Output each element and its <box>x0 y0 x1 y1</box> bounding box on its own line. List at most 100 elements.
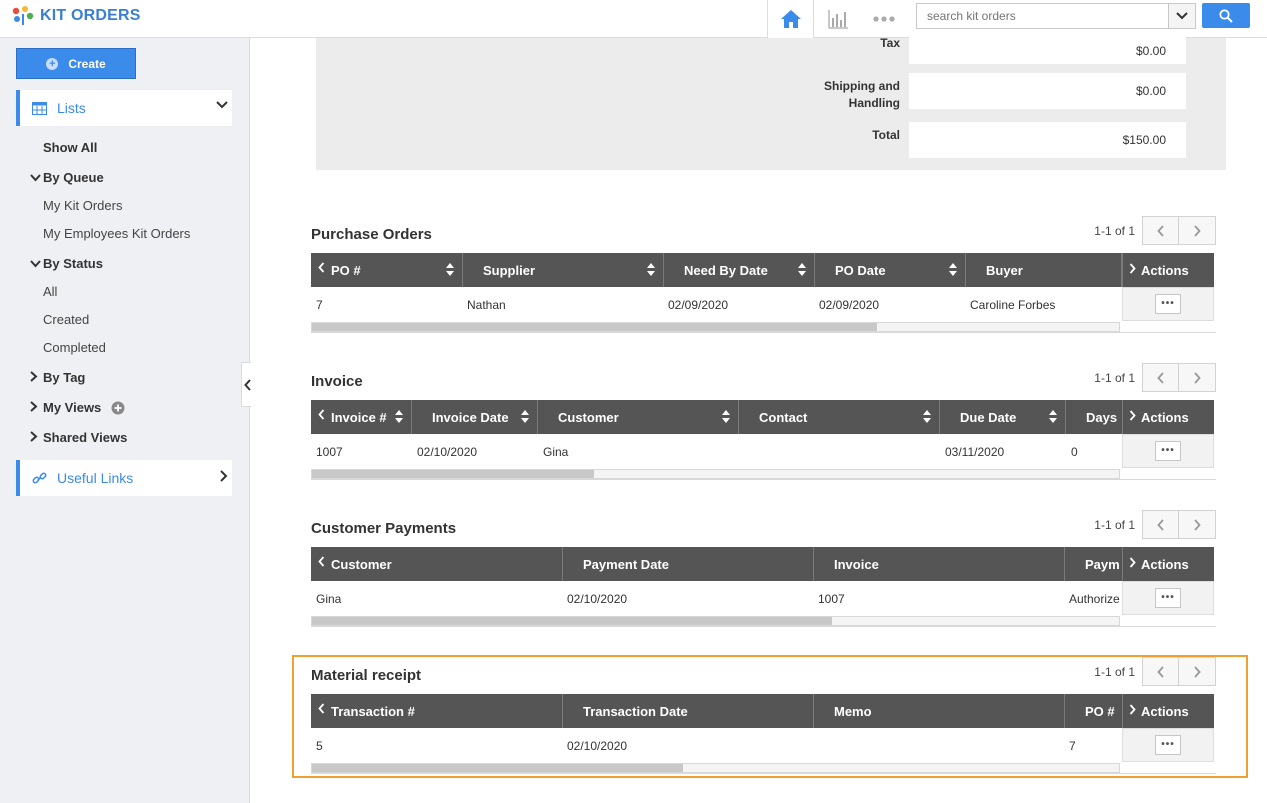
pager-next-button[interactable] <box>1179 510 1216 539</box>
sidebar-item-all[interactable]: All <box>43 284 57 299</box>
sort-icon <box>949 263 957 276</box>
chevron-down-icon <box>30 174 41 182</box>
customer-payments-title: Customer Payments <box>311 520 457 537</box>
chevron-left-icon <box>1156 371 1164 384</box>
column-header[interactable]: Due Date <box>940 400 1066 434</box>
column-header[interactable]: Invoice Date <box>412 400 538 434</box>
reports-button[interactable] <box>816 0 860 38</box>
customer-payments-grid-header: Customer Payment Date Invoice Paym <box>311 547 1122 581</box>
chevron-right-icon <box>30 431 38 442</box>
table-row[interactable]: Gina 02/10/2020 1007 Authorize <box>311 582 1122 616</box>
my-views-label: My Views <box>43 400 102 415</box>
more-button[interactable] <box>862 0 906 38</box>
sidebar-group-by-status[interactable]: By Status <box>30 256 103 271</box>
column-header[interactable]: Customer <box>538 400 739 434</box>
column-header[interactable]: Supplier <box>463 253 664 287</box>
purchase-orders-section: Purchase Orders 1-1 of 1 PO # Supplier N… <box>311 216 1216 336</box>
sidebar-item-my-kit-orders[interactable]: My Kit Orders <box>43 198 122 213</box>
scrollbar-thumb[interactable] <box>312 617 832 625</box>
top-bar: KIT ORDERS <box>0 0 1267 38</box>
table-cell: 0 <box>1071 445 1078 459</box>
pager-count: 1-1 of 1 <box>1094 517 1135 532</box>
column-label: Payment Date <box>583 556 669 572</box>
by-tag-label: By Tag <box>43 370 86 385</box>
by-status-label: By Status <box>43 256 103 271</box>
add-view-icon[interactable] <box>111 401 125 415</box>
column-header[interactable]: Buyer <box>966 253 1122 287</box>
pager-prev-button[interactable] <box>1142 510 1179 539</box>
table-cell: Nathan <box>467 298 506 312</box>
horizontal-scrollbar[interactable] <box>311 469 1120 479</box>
row-actions-button[interactable]: ••• <box>1155 294 1181 314</box>
lists-panel-header[interactable]: Lists <box>16 90 232 126</box>
column-header[interactable]: Days <box>1066 400 1122 434</box>
actions-label: Actions <box>1141 409 1189 425</box>
search-input[interactable] <box>916 3 1169 29</box>
sidebar-group-shared-views[interactable]: Shared Views <box>30 430 127 445</box>
lists-label: Lists <box>57 100 86 116</box>
table-row[interactable]: 1007 02/10/2020 Gina 03/11/2020 0 <box>311 435 1122 469</box>
sidebar-group-by-tag[interactable]: By Tag <box>30 370 85 385</box>
row-actions-button[interactable]: ••• <box>1155 588 1181 608</box>
row-actions-button[interactable]: ••• <box>1155 441 1181 461</box>
column-header[interactable]: PO Date <box>815 253 966 287</box>
sidebar-group-by-queue[interactable]: By Queue <box>30 170 104 185</box>
column-label: Supplier <box>483 262 536 278</box>
shared-views-label: Shared Views <box>43 430 128 445</box>
sidebar-item-completed[interactable]: Completed <box>43 340 106 355</box>
table-cell: 02/09/2020 <box>668 298 729 312</box>
chevron-right-icon <box>1194 371 1201 384</box>
pager-prev-button[interactable] <box>1142 216 1179 245</box>
sidebar-item-my-employees-kit-orders[interactable]: My Employees Kit Orders <box>43 226 190 241</box>
home-button[interactable] <box>767 0 814 38</box>
sidebar-group-my-views[interactable]: My Views <box>30 400 125 415</box>
scrollbar-thumb[interactable] <box>312 323 877 331</box>
actions-label: Actions <box>1141 262 1189 278</box>
pager-next-button[interactable] <box>1179 216 1216 245</box>
section-divider <box>311 332 1216 333</box>
sort-icon <box>722 410 730 423</box>
table-cell: Gina <box>316 592 342 606</box>
table-cell: 1007 <box>316 445 343 459</box>
column-header[interactable]: Invoice # <box>311 400 412 434</box>
pager-count: 1-1 of 1 <box>1094 370 1135 385</box>
column-header[interactable]: Customer <box>311 547 563 581</box>
table-row[interactable]: 7 Nathan 02/09/2020 02/09/2020 Caroline … <box>311 288 1122 322</box>
table-cell <box>739 435 940 469</box>
horizontal-scrollbar[interactable] <box>311 616 1120 626</box>
column-label: Paym <box>1085 556 1120 572</box>
column-header[interactable]: Paym <box>1065 547 1122 581</box>
horizontal-scrollbar[interactable] <box>311 322 1120 332</box>
table-cell: 03/11/2020 <box>945 445 1005 459</box>
table-cell: Authorize <box>1069 592 1120 606</box>
sidebar-item-show-all[interactable]: Show All <box>43 140 97 155</box>
shipping-value: $0.00 <box>909 73 1186 109</box>
column-header[interactable]: Contact <box>739 400 940 434</box>
total-label: Total <box>872 128 900 142</box>
useful-links-panel-header[interactable]: Useful Links <box>16 460 232 496</box>
by-queue-label: By Queue <box>43 170 104 185</box>
app-logo[interactable]: KIT ORDERS <box>10 5 141 27</box>
column-header[interactable]: PO # <box>311 253 463 287</box>
table-cell: 1007 <box>818 592 845 606</box>
material-receipt-highlight <box>292 655 1248 778</box>
scrollbar-thumb[interactable] <box>312 470 594 478</box>
column-header[interactable]: Need By Date <box>664 253 815 287</box>
column-label: Days <box>1086 409 1118 425</box>
pager-prev-button[interactable] <box>1142 363 1179 392</box>
row-actions-cell: ••• <box>1122 434 1214 468</box>
chevron-left-icon <box>318 262 325 273</box>
pager-next-button[interactable] <box>1179 363 1216 392</box>
column-header[interactable]: Payment Date <box>563 547 814 581</box>
sidebar-item-created[interactable]: Created <box>43 312 89 327</box>
purchase-orders-title: Purchase Orders <box>311 226 432 243</box>
search-button[interactable] <box>1202 3 1250 28</box>
search-dropdown-button[interactable] <box>1168 3 1196 29</box>
bar-chart-icon <box>828 10 848 29</box>
customer-payments-section: Customer Payments 1-1 of 1 Customer Paym… <box>311 510 1216 630</box>
sort-icon <box>923 410 931 423</box>
table-cell: 02/10/2020 <box>567 592 628 606</box>
column-header[interactable]: Invoice <box>814 547 1065 581</box>
chevron-left-icon <box>1156 224 1164 237</box>
create-button[interactable]: + Create <box>16 48 136 79</box>
